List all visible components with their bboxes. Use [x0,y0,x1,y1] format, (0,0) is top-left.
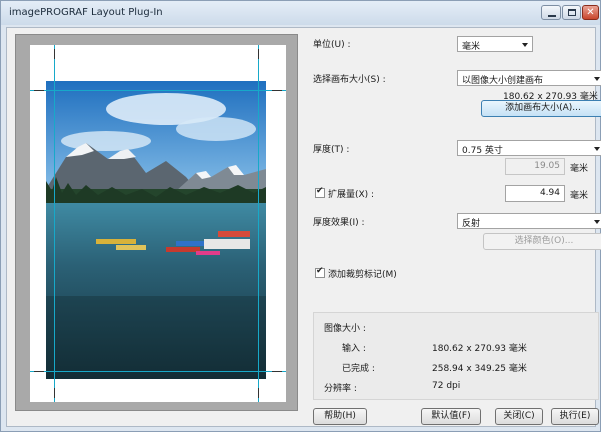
canvas-size-label: 选择画布大小(S) : [313,75,386,85]
preview-paper [30,45,286,402]
image-size-title: 图像大小 : [324,324,366,334]
crop-mark [272,371,282,372]
unit-value: 毫米 [462,42,481,52]
thickness-dropdown[interactable]: 0.75 英寸 [457,140,601,156]
thickness-mm-field: 19.05 [505,158,565,175]
input-size-label: 输入 : [342,344,366,354]
guide-line-left [54,45,55,402]
chevron-down-icon [594,147,600,151]
crop-mark [34,90,44,91]
done-size-value: 258.94 x 349.25 毫米 [432,364,527,374]
help-button[interactable]: 帮助(H) [313,408,367,425]
window-title: imagePROGRAF Layout Plug-In [9,7,163,18]
thickness-unit: 毫米 [570,164,589,174]
select-color-button[interactable]: 选择颜色(O)... [483,233,601,250]
chevron-down-icon [522,43,528,47]
expand-amount-input[interactable]: 4.94 [505,185,565,202]
plugin-window: imagePROGRAF Layout Plug-In ✕ 单位(U): 毫米… [0,0,601,432]
thickness-effect-value: 反射 [462,219,481,229]
canvas-size-dropdown[interactable]: 以图像大小创建画布 [457,70,601,86]
thickness-label: 厚度(T) : [313,145,350,155]
checkmark-icon: ✔ [316,186,324,196]
preview-photo [46,81,266,379]
dialog-client-area: 单位(U) : 毫米 选择画布大小(S) : 以图像大小创建画布 180.62 … [6,27,601,427]
crop-marks-label: 添加裁剪标记(M) [328,270,397,280]
thickness-value: 0.75 英寸 [462,146,503,156]
crop-mark [54,49,55,59]
title-bar[interactable]: imagePROGRAF Layout Plug-In ✕ [1,1,600,25]
maximize-icon [568,9,576,16]
resolution-label: 分辨率 : [324,384,357,394]
run-button[interactable]: 执行(E) [551,408,599,425]
thickness-effect-label: 厚度效果(I) : [313,218,365,228]
crop-mark [272,90,282,91]
close-icon: ✕ [586,7,595,18]
guide-line-bottom [30,371,286,372]
unit-label: 单位(U) : [313,40,351,50]
checkmark-icon: ✔ [316,266,324,276]
crop-mark [34,371,44,372]
resolution-value: 72 dpi [432,381,461,391]
expand-label: 扩展量(X) : [328,190,375,200]
canvas-size-value: 以图像大小创建画布 [462,76,544,86]
expand-unit: 毫米 [570,191,589,201]
close-button[interactable]: 关闭(C) [495,408,543,425]
crop-mark [258,49,259,59]
unit-dropdown[interactable]: 毫米 [457,36,533,52]
defaults-button[interactable]: 默认值(F) [421,408,481,425]
maximize-button[interactable] [562,5,581,20]
input-size-value: 180.62 x 270.93 毫米 [432,344,527,354]
crop-mark [258,388,259,398]
chevron-down-icon [594,220,600,224]
landscape-image [46,81,266,379]
minimize-icon [548,15,556,17]
preview-panel [15,34,298,411]
crop-marks-checkbox[interactable]: ✔ [315,266,325,278]
expand-checkbox[interactable]: ✔ [315,186,325,198]
add-canvas-size-button[interactable]: 添加画布大小(A)... [481,100,601,117]
minimize-button[interactable] [541,5,561,20]
guide-line-right [258,45,259,402]
thickness-effect-dropdown[interactable]: 反射 [457,213,601,229]
done-size-label: 已完成 : [342,364,375,374]
guide-line-top [30,90,286,91]
close-window-button[interactable]: ✕ [582,5,599,20]
image-size-panel: 图像大小 : 输入 : 180.62 x 270.93 毫米 已完成 : 258… [313,312,599,400]
chevron-down-icon [594,77,600,81]
crop-mark [54,388,55,398]
